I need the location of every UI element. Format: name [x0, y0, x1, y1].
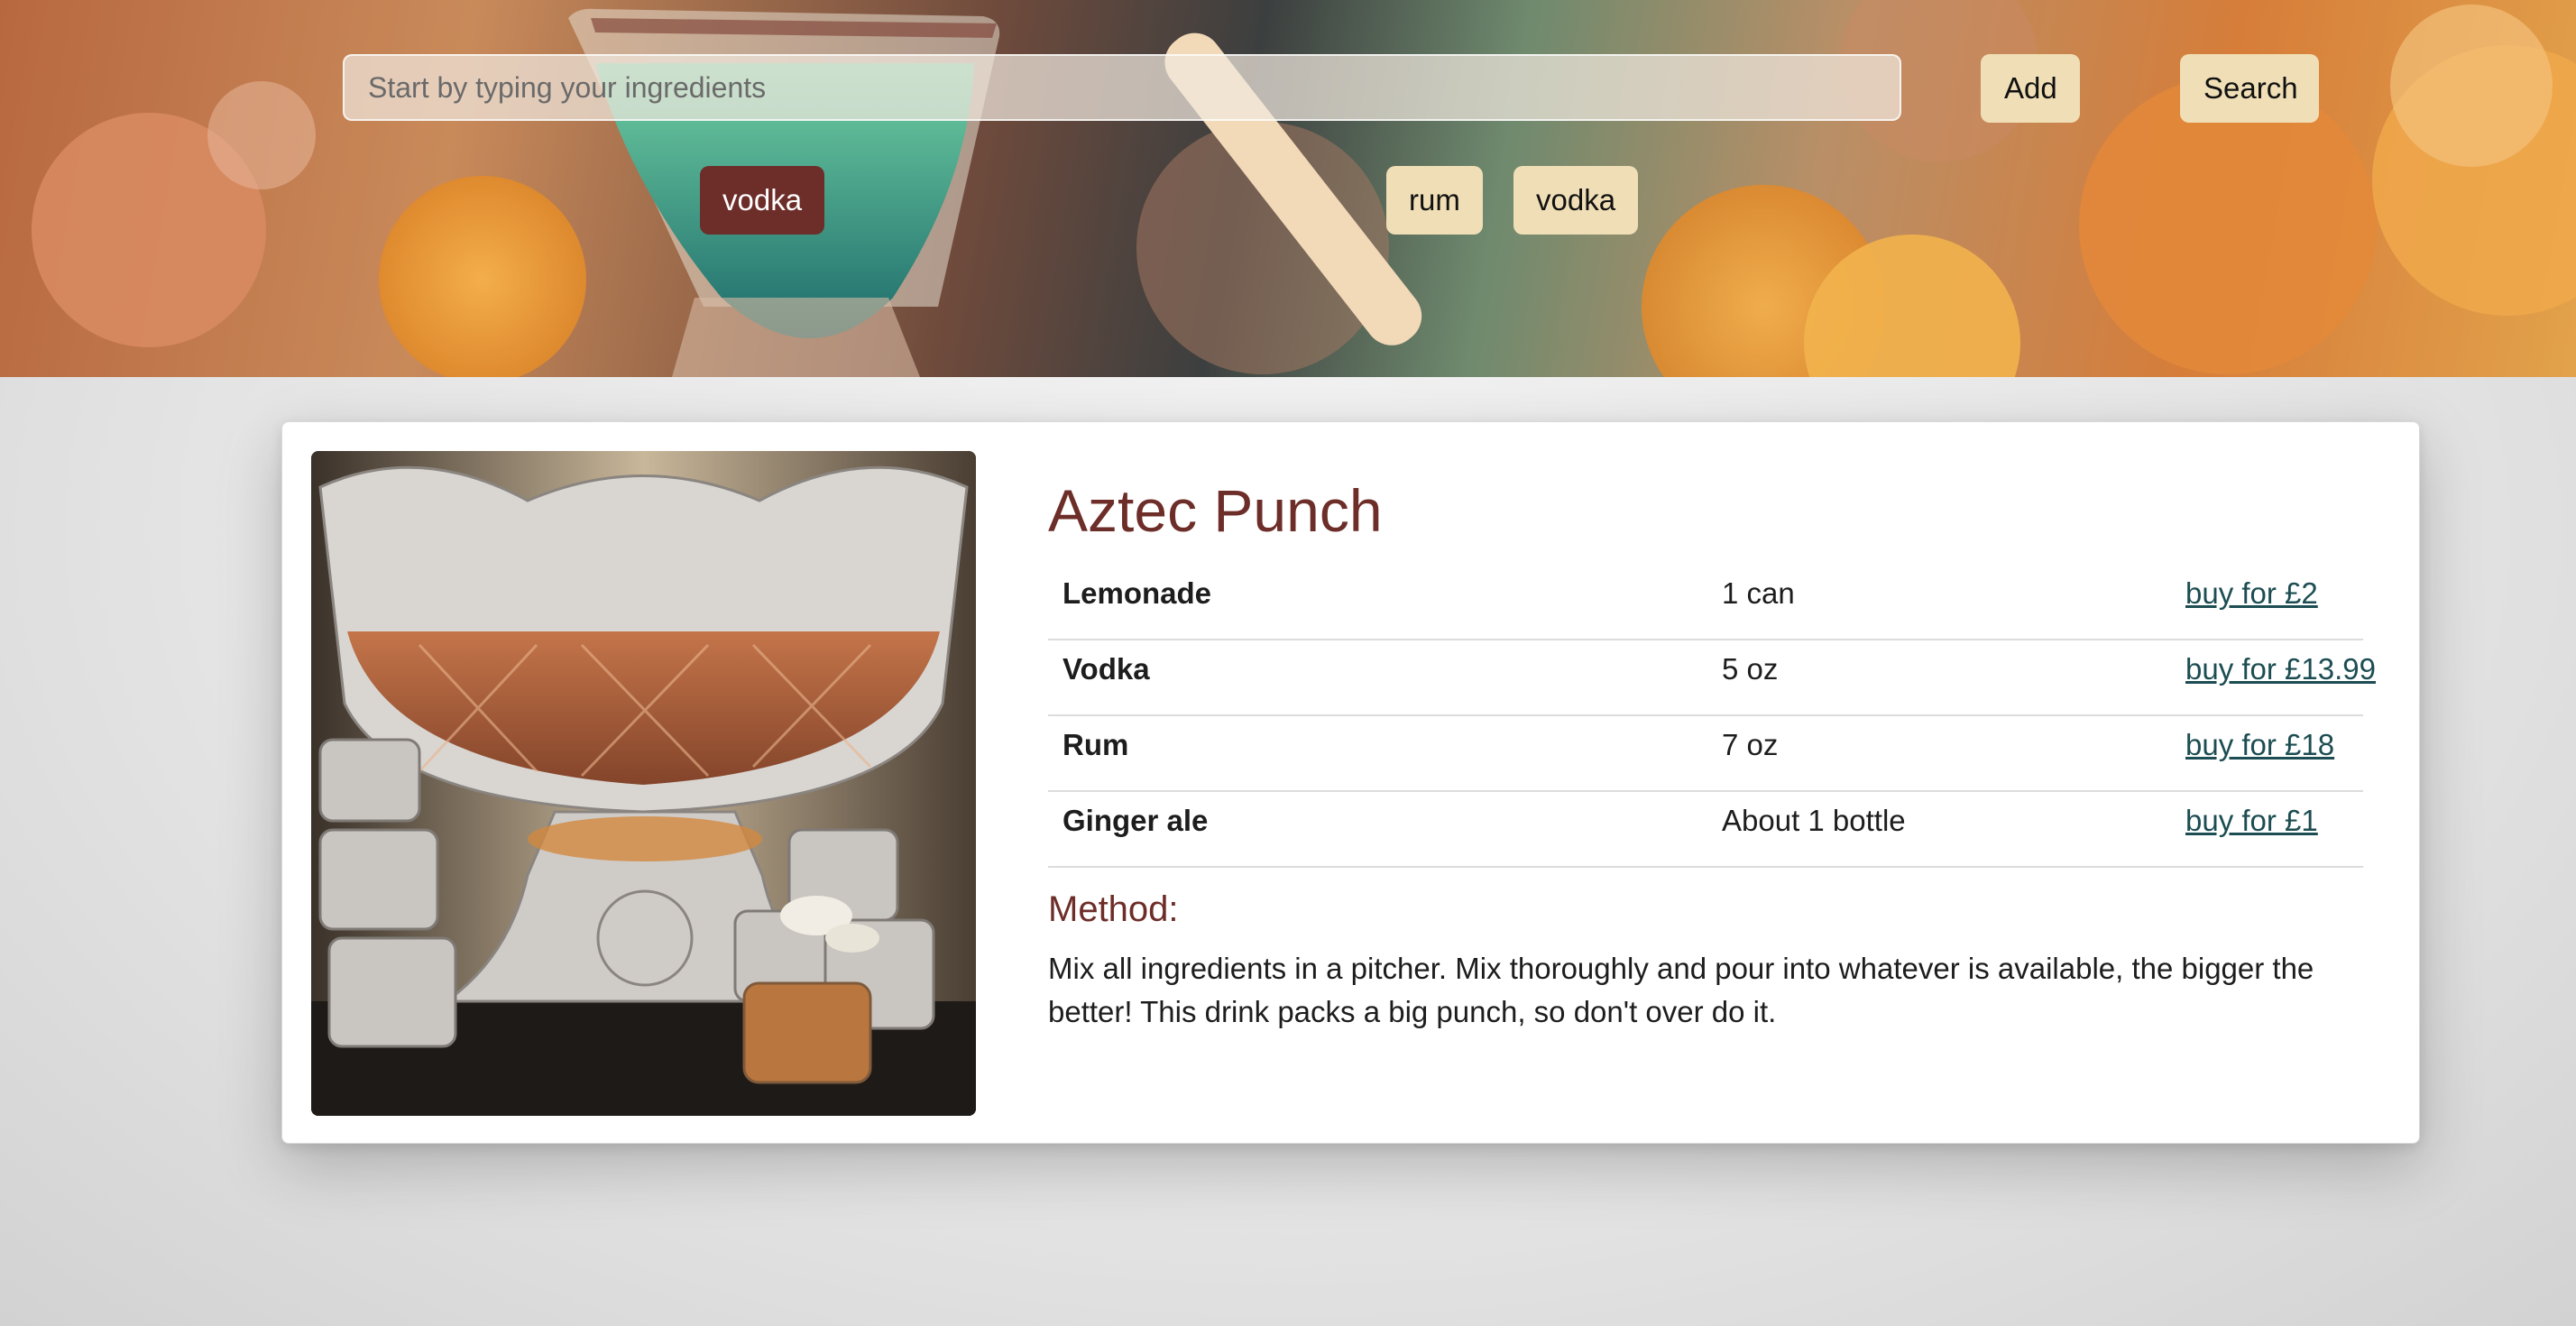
- search-button[interactable]: Search: [2180, 54, 2319, 123]
- ingredient-quantity: 1 can: [1722, 576, 1795, 610]
- table-row: Lemonade 1 can buy for £2: [1048, 565, 2363, 640]
- ingredient-chip-vodka[interactable]: vodka: [1513, 166, 1639, 235]
- hero-banner: Add Search vodka rum vodka: [0, 0, 2576, 377]
- recipe-card: Aztec Punch Lemonade 1 can buy for £2 Vo…: [281, 421, 2420, 1144]
- add-button[interactable]: Add: [1981, 54, 2080, 123]
- ingredient-name: Lemonade: [1063, 576, 1212, 610]
- punch-bowl-photo-icon: [311, 451, 976, 1116]
- selected-ingredient-chip[interactable]: vodka: [700, 166, 825, 235]
- ingredient-quantity: 5 oz: [1722, 652, 1779, 686]
- table-row: Rum 7 oz buy for £18: [1048, 716, 2363, 792]
- method-heading: Method:: [1048, 889, 1179, 929]
- ingredients-table: Lemonade 1 can buy for £2 Vodka 5 oz buy…: [1048, 565, 2376, 868]
- ingredient-search-input[interactable]: [343, 54, 1901, 121]
- ingredient-name: Ginger ale: [1063, 804, 1209, 837]
- ingredient-chip-rum[interactable]: rum: [1386, 166, 1483, 235]
- ingredient-name: Vodka: [1063, 652, 1150, 686]
- buy-link[interactable]: buy for £1: [2185, 792, 2318, 850]
- buy-link[interactable]: buy for £18: [2185, 716, 2334, 774]
- table-row: Ginger ale About 1 bottle buy for £1: [1048, 792, 2363, 868]
- buy-link[interactable]: buy for £2: [2185, 565, 2318, 622]
- recipe-title: Aztec Punch: [1048, 477, 1383, 544]
- buy-link[interactable]: buy for £13.99: [2185, 640, 2376, 698]
- ingredient-quantity: 7 oz: [1722, 728, 1779, 761]
- ingredient-quantity: About 1 bottle: [1722, 804, 1906, 837]
- method-text: Mix all ingredients in a pitcher. Mix th…: [1048, 952, 2314, 1028]
- table-row: Vodka 5 oz buy for £13.99: [1048, 640, 2376, 716]
- ingredient-name: Rum: [1063, 728, 1129, 761]
